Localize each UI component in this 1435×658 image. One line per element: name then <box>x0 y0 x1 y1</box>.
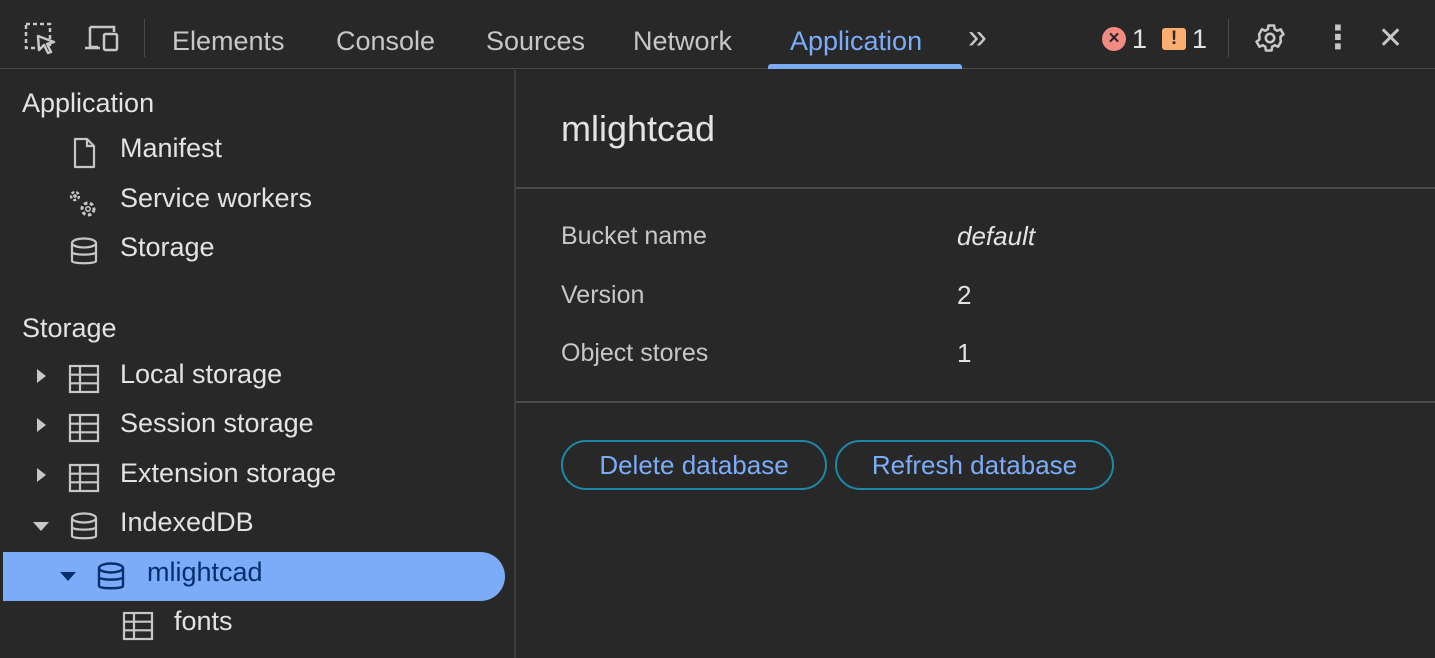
warning-counter[interactable]: ! 1 <box>1162 22 1207 56</box>
error-count: 1 <box>1132 24 1148 54</box>
sidebar-item-label: Service workers <box>120 183 313 213</box>
gear-icon[interactable] <box>1252 20 1288 56</box>
sidebar-item-label: mlightcad <box>147 557 263 587</box>
detail-value-version: 2 <box>957 280 972 310</box>
sidebar-item-label: Storage <box>120 232 215 262</box>
toolbar-divider <box>1228 19 1229 57</box>
sidebar-item-local-storage[interactable]: Local storage <box>3 354 505 403</box>
toolbar-divider <box>144 19 145 57</box>
tab-network[interactable]: Network <box>633 22 732 60</box>
expand-arrow-icon[interactable] <box>37 468 46 482</box>
more-tabs-icon[interactable]: » <box>968 18 987 56</box>
warning-count: 1 <box>1192 24 1208 54</box>
table-icon <box>68 413 100 443</box>
tab-sources[interactable]: Sources <box>486 22 585 60</box>
devtools-toolbar: Elements Console Sources Network Applica… <box>0 0 1435 69</box>
delete-database-button[interactable]: Delete database <box>561 440 827 490</box>
detail-key-bucket-name: Bucket name <box>561 222 707 250</box>
database-icon <box>70 237 98 265</box>
database-icon <box>97 562 125 590</box>
detail-key-version: Version <box>561 281 645 309</box>
divider <box>516 187 1435 189</box>
expand-arrow-icon[interactable] <box>37 418 46 432</box>
sidebar-item-label: fonts <box>174 606 233 636</box>
sidebar-item-extension-storage[interactable]: Extension storage <box>3 453 505 502</box>
gears-icon <box>69 190 96 217</box>
sidebar-item-service-workers[interactable]: Service workers <box>3 178 505 227</box>
sidebar-item-label: IndexedDB <box>120 507 254 537</box>
close-icon[interactable]: ✕ <box>1378 20 1403 58</box>
collapse-arrow-icon[interactable] <box>33 522 49 531</box>
sidebar-item-indexeddb[interactable]: IndexedDB <box>3 502 505 551</box>
detail-value-bucket-name: default <box>957 221 1036 251</box>
database-details-panel: mlightcad Bucket name default Version 2 … <box>516 70 1435 658</box>
detail-value-object-stores: 1 <box>957 338 972 368</box>
tab-console[interactable]: Console <box>336 22 435 60</box>
error-icon: × <box>1102 27 1126 51</box>
sidebar-item-manifest[interactable]: Manifest <box>3 128 505 177</box>
section-title-storage: Storage <box>22 313 117 343</box>
device-toolbar-icon[interactable] <box>84 20 120 56</box>
sidebar-item-label: Session storage <box>120 408 314 438</box>
sidebar-item-label: Extension storage <box>120 458 337 488</box>
sidebar-item-session-storage[interactable]: Session storage <box>3 403 505 452</box>
refresh-database-button[interactable]: Refresh database <box>835 440 1114 490</box>
application-sidebar: Application Manifest Service workers Sto… <box>3 70 515 658</box>
divider <box>516 401 1435 403</box>
tab-elements[interactable]: Elements <box>172 22 285 60</box>
kebab-menu-icon[interactable]: ⋮ <box>1322 18 1354 56</box>
expand-arrow-icon[interactable] <box>37 369 46 383</box>
active-tab-indicator <box>768 64 962 69</box>
table-icon <box>68 463 100 493</box>
document-icon <box>73 137 96 169</box>
section-title-application: Application <box>22 88 155 118</box>
database-icon <box>70 512 98 540</box>
table-icon <box>122 611 154 641</box>
warning-icon: ! <box>1162 28 1186 50</box>
sidebar-item-label: Local storage <box>120 359 283 389</box>
error-counter[interactable]: × 1 <box>1102 22 1147 56</box>
sidebar-item-storage[interactable]: Storage <box>3 227 505 276</box>
sidebar-item-store-fonts[interactable]: fonts <box>3 601 505 650</box>
sidebar-item-label: Manifest <box>120 133 223 163</box>
collapse-arrow-icon[interactable] <box>60 572 76 581</box>
sidebar-item-database-mlightcad[interactable]: mlightcad <box>3 552 505 601</box>
table-icon <box>68 364 100 394</box>
page-title: mlightcad <box>561 108 716 149</box>
inspect-element-icon[interactable] <box>22 20 58 56</box>
tab-application[interactable]: Application <box>790 22 922 60</box>
detail-key-object-stores: Object stores <box>561 339 709 367</box>
